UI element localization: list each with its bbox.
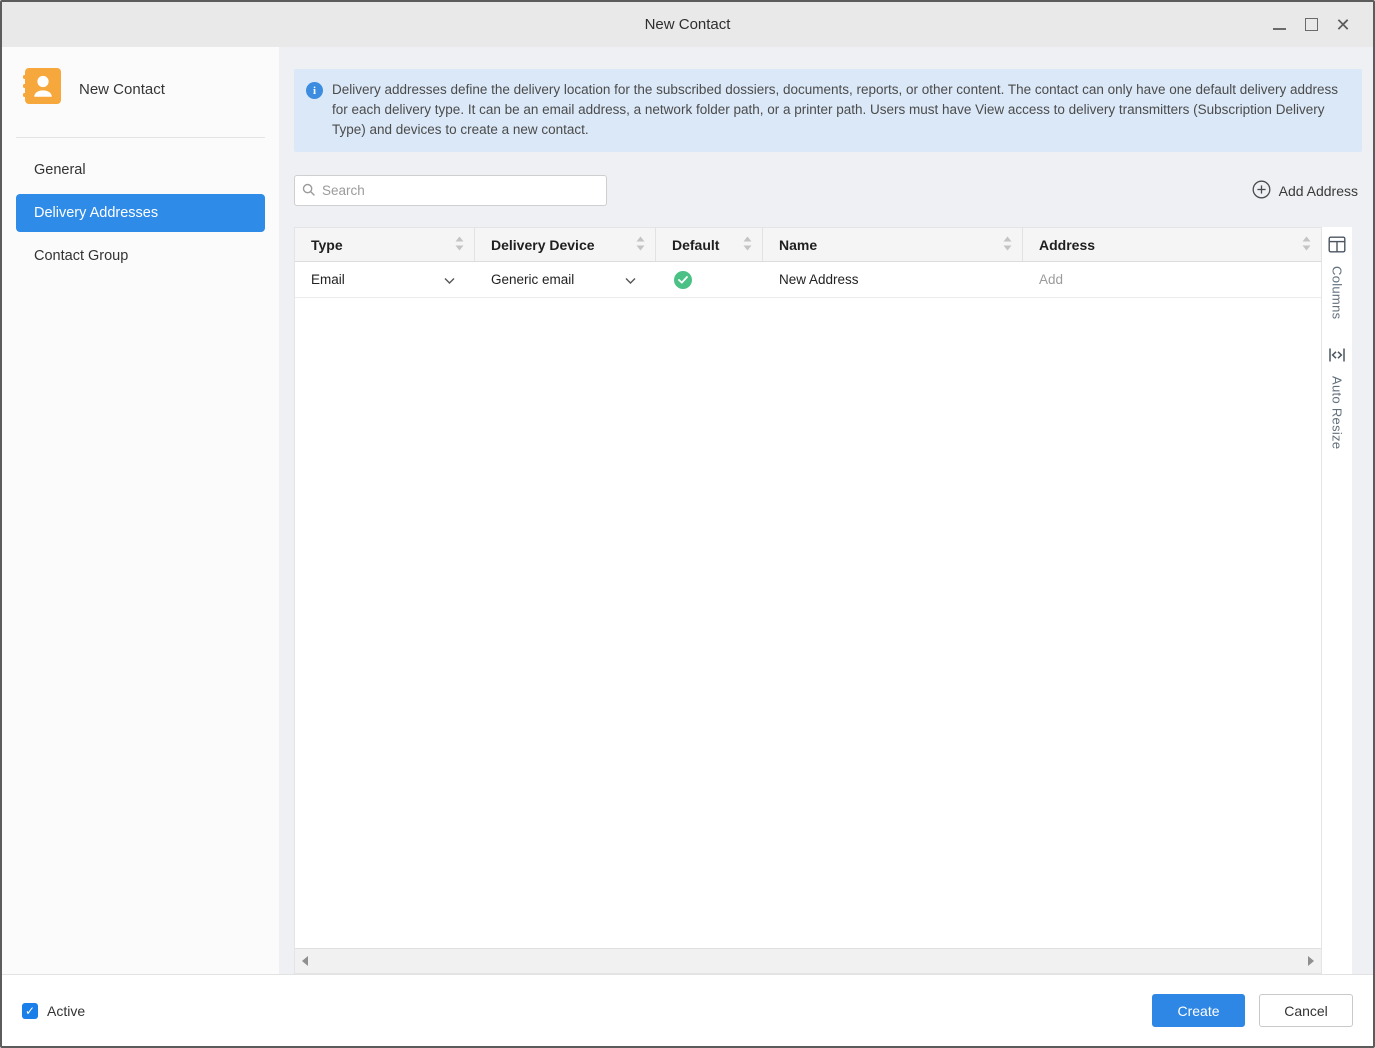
add-address-label: Add Address: [1279, 183, 1358, 199]
columns-tool-button[interactable]: Columns: [1328, 236, 1346, 319]
info-icon: i: [306, 82, 323, 99]
sidebar-nav: General Delivery Addresses Contact Group: [2, 151, 279, 275]
cancel-button[interactable]: Cancel: [1259, 994, 1353, 1027]
search-box: [294, 175, 607, 206]
table-toolbar: Add Address: [294, 175, 1362, 206]
search-icon: [302, 183, 316, 202]
active-label: Active: [47, 1003, 85, 1019]
auto-resize-tool-label: Auto Resize: [1330, 376, 1345, 449]
chevron-down-icon[interactable]: [444, 272, 455, 287]
scroll-left-icon[interactable]: [302, 956, 308, 966]
minimize-icon: [1273, 28, 1286, 30]
sort-icon[interactable]: [743, 236, 752, 253]
create-button[interactable]: Create: [1152, 994, 1245, 1027]
footer-bar: ✓ Active Create Cancel: [2, 974, 1373, 1046]
new-contact-dialog: New Contact ✕ New Co: [0, 0, 1375, 1048]
sort-icon[interactable]: [1003, 236, 1012, 253]
sidebar-item-general[interactable]: General: [16, 151, 265, 189]
footer-buttons: Create Cancel: [1152, 994, 1353, 1027]
sidebar-item-delivery-addresses[interactable]: Delivery Addresses: [16, 194, 265, 232]
sidebar-contact-title: New Contact: [79, 81, 165, 98]
default-cell[interactable]: [656, 262, 763, 297]
default-check-icon[interactable]: [674, 271, 692, 289]
name-cell[interactable]: New Address: [763, 262, 1023, 297]
minimize-button[interactable]: [1263, 2, 1295, 47]
search-input[interactable]: [294, 175, 607, 206]
sort-icon[interactable]: [1302, 236, 1311, 253]
table-empty-area: [295, 298, 1321, 948]
horizontal-scrollbar[interactable]: [295, 948, 1321, 973]
chevron-down-icon[interactable]: [625, 272, 636, 287]
window-controls: ✕: [1263, 2, 1359, 47]
columns-icon: [1328, 236, 1346, 258]
window-title: New Contact: [645, 16, 731, 33]
titlebar: New Contact ✕: [2, 2, 1373, 47]
sidebar: New Contact General Delivery Addresses C…: [2, 47, 279, 974]
add-address-button[interactable]: Add Address: [1252, 180, 1362, 202]
column-header-address[interactable]: Address: [1023, 228, 1321, 261]
active-checkbox[interactable]: ✓: [22, 1003, 38, 1019]
maximize-button[interactable]: [1295, 2, 1327, 47]
sort-icon[interactable]: [636, 236, 645, 253]
scroll-right-icon[interactable]: [1308, 956, 1314, 966]
table-header-row: Type Delivery Device Defau: [295, 228, 1321, 262]
column-header-delivery-device[interactable]: Delivery Device: [475, 228, 656, 261]
addresses-table: Type Delivery Device Defau: [294, 227, 1322, 974]
maximize-icon: [1305, 18, 1318, 31]
sort-icon[interactable]: [455, 236, 464, 253]
column-header-type[interactable]: Type: [295, 228, 475, 261]
columns-tool-label: Columns: [1330, 266, 1345, 319]
table-row: Email Generic email: [295, 262, 1321, 298]
close-icon: ✕: [1335, 16, 1350, 34]
contact-book-icon: [22, 68, 62, 110]
type-cell[interactable]: Email: [295, 262, 475, 297]
auto-resize-icon: [1328, 347, 1346, 368]
plus-circle-icon: [1252, 180, 1271, 202]
info-banner: i Delivery addresses define the delivery…: [294, 69, 1362, 152]
main-panel: i Delivery addresses define the delivery…: [279, 47, 1373, 974]
addresses-table-section: Type Delivery Device Defau: [294, 227, 1362, 974]
close-button[interactable]: ✕: [1327, 2, 1359, 47]
column-header-default[interactable]: Default: [656, 228, 763, 261]
auto-resize-tool-button[interactable]: Auto Resize: [1328, 347, 1346, 449]
active-toggle: ✓ Active: [22, 1003, 85, 1019]
delivery-device-cell[interactable]: Generic email: [475, 262, 656, 297]
sidebar-divider: [16, 137, 265, 138]
sidebar-item-contact-group[interactable]: Contact Group: [16, 237, 265, 275]
address-cell[interactable]: Add: [1023, 262, 1321, 297]
column-header-name[interactable]: Name: [763, 228, 1023, 261]
sidebar-header: New Contact: [2, 68, 279, 110]
table-side-toolbar: Columns Auto Resize: [1322, 227, 1352, 974]
info-banner-text: Delivery addresses define the delivery l…: [332, 80, 1348, 140]
